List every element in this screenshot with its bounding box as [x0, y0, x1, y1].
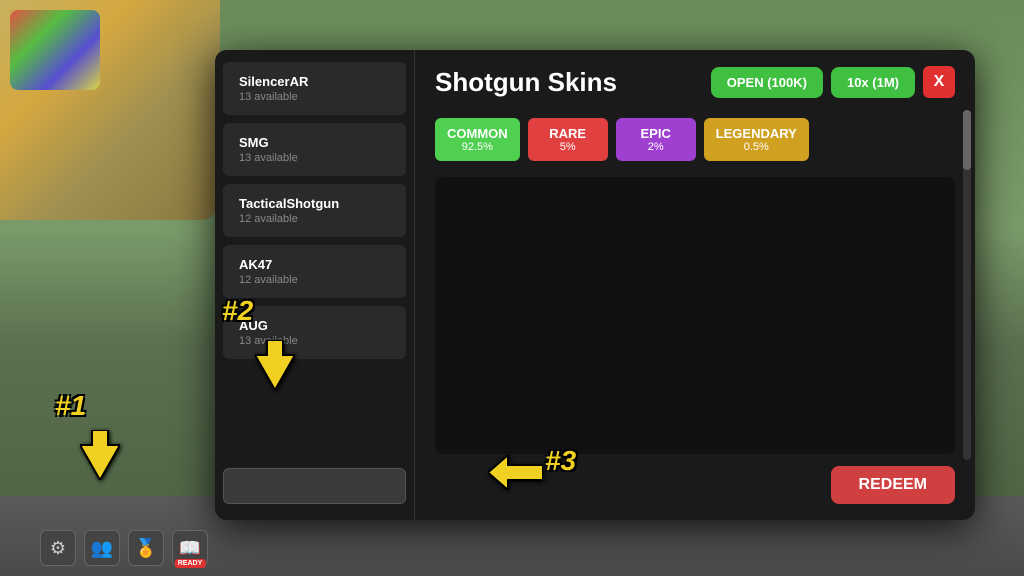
weapon-item-tacticalshotgun[interactable]: TacticalShotgun 12 available	[223, 184, 406, 237]
group-icon-button[interactable]: 👥	[84, 530, 120, 566]
right-bottom: REDEEM	[435, 466, 955, 504]
book-icon-button[interactable]: 📖 READY	[172, 530, 208, 566]
scrollbar-thumb	[963, 110, 971, 170]
modal-scrollbar[interactable]	[963, 110, 971, 460]
tenx-button[interactable]: 10x (1M)	[831, 67, 915, 98]
rarity-row: COMMON 92.5% RARE 5% EPIC 2% LEGENDARY 0…	[435, 118, 955, 161]
redeem-button[interactable]: REDEEM	[831, 466, 955, 504]
weapon-item-ak47[interactable]: AK47 12 available	[223, 245, 406, 298]
modal-title: Shotgun Skins	[435, 67, 617, 98]
rarity-epic[interactable]: EPIC 2%	[616, 118, 696, 161]
skins-content-area	[435, 177, 955, 454]
left-bottom-area	[215, 460, 414, 512]
weapon-item-aug[interactable]: AUG 13 available	[223, 306, 406, 359]
open-button[interactable]: OPEN (100K)	[711, 67, 823, 98]
badge-icon-button[interactable]: 🏅	[128, 530, 164, 566]
quantity-input[interactable]	[223, 468, 406, 504]
rarity-common[interactable]: COMMON 92.5%	[435, 118, 520, 161]
settings-icon-button[interactable]: ⚙	[40, 530, 76, 566]
rarity-legendary[interactable]: LEGENDARY 0.5%	[704, 118, 809, 161]
weapon-list: SilencerAR 13 available SMG 13 available…	[215, 50, 415, 520]
right-panel: Shotgun Skins OPEN (100K) 10x (1M) X COM…	[415, 50, 975, 520]
close-button[interactable]: X	[923, 66, 955, 98]
weapon-item-smg[interactable]: SMG 13 available	[223, 123, 406, 176]
rarity-rare[interactable]: RARE 5%	[528, 118, 608, 161]
shotgun-skins-modal: SilencerAR 13 available SMG 13 available…	[215, 50, 975, 520]
weapon-item-silencerar[interactable]: SilencerAR 13 available	[223, 62, 406, 115]
header-buttons: OPEN (100K) 10x (1M) X	[711, 66, 955, 98]
graffiti-decoration	[10, 10, 100, 90]
ready-badge: READY	[175, 559, 206, 568]
bottom-toolbar: ⚙ 👥 🏅 📖 READY	[40, 530, 208, 566]
modal-header: Shotgun Skins OPEN (100K) 10x (1M) X	[435, 66, 955, 98]
